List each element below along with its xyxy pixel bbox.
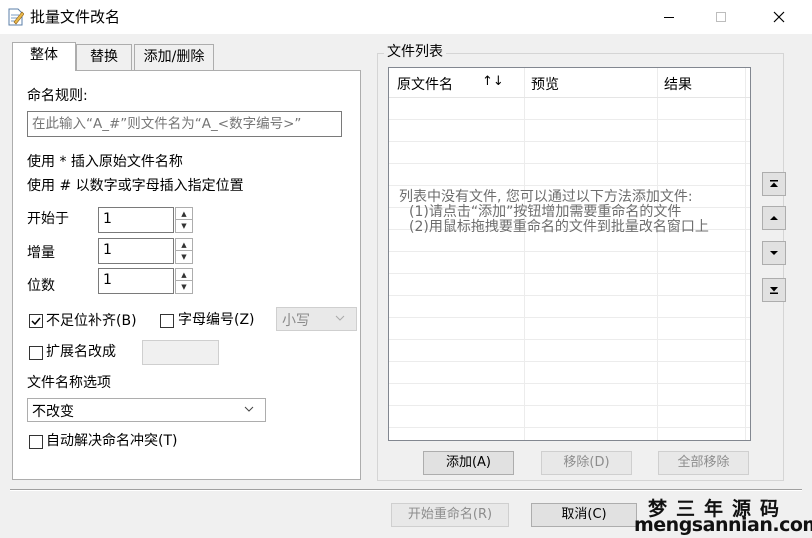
ext-checkbox[interactable]	[29, 346, 43, 360]
footer-separator	[10, 489, 802, 491]
case-select[interactable]: 小写	[276, 307, 357, 331]
maximize-button[interactable]	[698, 0, 744, 34]
filename-select[interactable]: 不改变	[27, 398, 266, 422]
hint-star: 使用 * 插入原始文件名称	[27, 154, 183, 170]
tab-replace[interactable]: 替换	[76, 44, 132, 70]
case-select-value: 小写	[282, 313, 310, 329]
filename-options-label: 文件名称选项	[27, 375, 111, 391]
letter-label[interactable]: 字母编号(Z)	[178, 310, 255, 330]
sort-arrows-icon[interactable]: ↑↓	[482, 74, 504, 89]
column-original-name[interactable]: 原文件名	[397, 74, 453, 94]
move-down-icon	[770, 251, 778, 255]
file-list[interactable]: 原文件名 ↑↓ 预览 结果 列表中没有文件, 您可以通过以下方法添加文件: (1…	[388, 67, 751, 441]
minimize-icon	[664, 16, 674, 18]
step-stepper[interactable]: ▲ ▼	[175, 238, 193, 264]
tab-add-delete[interactable]: 添加/删除	[134, 44, 214, 70]
letter-checkbox[interactable]	[160, 314, 174, 328]
remove-all-button[interactable]: 全部移除	[658, 451, 749, 475]
column-preview[interactable]: 预览	[531, 74, 559, 94]
file-list-label: 文件列表	[384, 42, 446, 62]
naming-rule-input[interactable]	[27, 111, 342, 137]
move-up-icon	[770, 216, 778, 220]
ext-label[interactable]: 扩展名改成	[46, 342, 116, 362]
checkmark-icon	[31, 317, 41, 326]
hint-hash: 使用 # 以数字或字母插入指定位置	[27, 178, 244, 194]
pad-label[interactable]: 不足位补齐(B)	[46, 311, 137, 331]
ext-input[interactable]	[142, 340, 219, 365]
empty-message-line: (1)请点击“添加”按钮增加需要重命名的文件	[409, 204, 682, 220]
digits-label: 位数	[27, 278, 55, 294]
watermark-url: mengsannian.com	[634, 514, 812, 536]
empty-list-message: 列表中没有文件, 您可以通过以下方法添加文件: (1)请点击“添加”按钮增加需要…	[399, 190, 709, 235]
remove-button[interactable]: 移除(D)	[541, 451, 632, 475]
conflict-label[interactable]: 自动解决命名冲突(T)	[46, 431, 177, 451]
filename-select-value: 不改变	[32, 404, 74, 420]
move-bottom-icon	[770, 287, 778, 294]
spin-down-icon[interactable]: ▼	[176, 251, 192, 263]
tab-overall[interactable]: 整体	[12, 42, 76, 71]
rename-document-icon	[8, 8, 25, 26]
start-stepper[interactable]: ▲ ▼	[175, 207, 193, 233]
cancel-button[interactable]: 取消(C)	[531, 503, 637, 527]
window-title: 批量文件改名	[30, 8, 121, 26]
spin-down-icon[interactable]: ▼	[176, 220, 192, 232]
start-input[interactable]: 1	[98, 207, 174, 233]
chevron-down-icon	[335, 315, 345, 321]
move-down-button[interactable]	[762, 241, 786, 265]
start-label: 开始于	[27, 211, 69, 227]
start-rename-button[interactable]: 开始重命名(R)	[391, 503, 509, 527]
pad-checkbox[interactable]	[29, 314, 43, 328]
empty-message-line: (2)用鼠标拖拽要重命名的文件到批量改名窗口上	[409, 219, 709, 235]
naming-rule-label: 命名规则:	[27, 88, 88, 104]
move-up-button[interactable]	[762, 206, 786, 230]
maximize-icon	[716, 12, 726, 22]
spin-down-icon[interactable]: ▼	[176, 281, 192, 293]
spin-up-icon[interactable]: ▲	[176, 239, 192, 251]
move-bottom-button[interactable]	[762, 278, 786, 302]
column-result[interactable]: 结果	[664, 74, 692, 94]
move-top-button[interactable]	[762, 172, 786, 196]
close-button[interactable]	[756, 0, 802, 34]
step-input[interactable]: 1	[98, 238, 174, 264]
close-icon	[773, 11, 785, 23]
add-button[interactable]: 添加(A)	[423, 451, 514, 475]
move-top-icon	[770, 180, 778, 187]
minimize-button[interactable]	[646, 0, 692, 34]
digits-input[interactable]: 1	[98, 268, 174, 294]
chevron-down-icon	[244, 406, 254, 412]
empty-message-line: 列表中没有文件, 您可以通过以下方法添加文件:	[399, 189, 693, 205]
digits-stepper[interactable]: ▲ ▼	[175, 268, 193, 294]
conflict-checkbox[interactable]	[29, 435, 43, 449]
spin-up-icon[interactable]: ▲	[176, 269, 192, 281]
spin-up-icon[interactable]: ▲	[176, 208, 192, 220]
step-label: 增量	[27, 245, 55, 261]
